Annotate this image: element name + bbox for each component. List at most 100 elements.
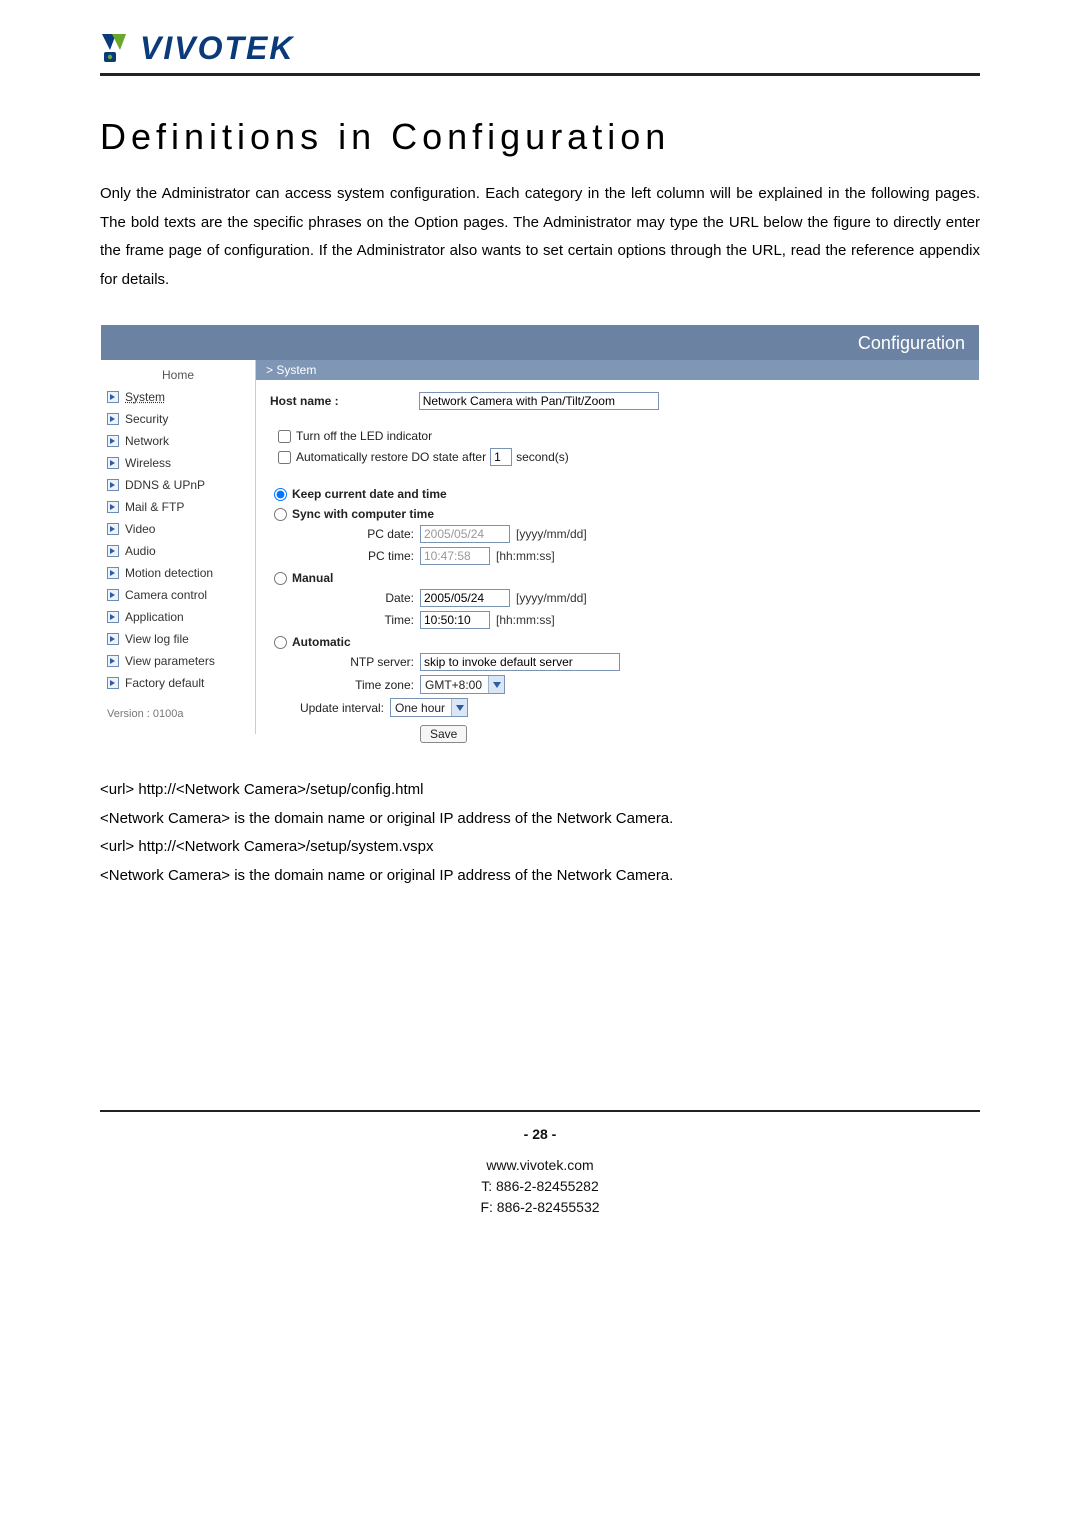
lead-paragraph: Only the Administrator can access system… bbox=[100, 180, 980, 294]
sync-computer-radio[interactable] bbox=[274, 508, 287, 521]
auto-restore-suffix: second(s) bbox=[516, 450, 569, 464]
sidebar-item-mail-ftp[interactable]: Mail & FTP bbox=[101, 496, 255, 518]
sync-computer-label: Sync with computer time bbox=[292, 507, 434, 521]
sidebar-home[interactable]: Home bbox=[101, 360, 255, 386]
timezone-select[interactable]: GMT+8:00 bbox=[420, 675, 505, 694]
page-number: - 28 - bbox=[100, 1124, 980, 1145]
auto-restore-label: Automatically restore DO state after bbox=[296, 450, 486, 464]
url-line: <Network Camera> is the domain name or o… bbox=[100, 805, 980, 834]
sidebar-item-label: Security bbox=[125, 412, 168, 426]
sidebar-item-label: Factory default bbox=[125, 676, 204, 690]
manual-radio[interactable] bbox=[274, 572, 287, 585]
manual-date-input[interactable] bbox=[420, 589, 510, 607]
sidebar-item-label: Camera control bbox=[125, 588, 207, 602]
arrow-right-icon bbox=[107, 501, 119, 513]
breadcrumb: > System bbox=[256, 360, 979, 380]
page-title: Definitions in Configuration bbox=[100, 116, 980, 158]
arrow-right-icon bbox=[107, 611, 119, 623]
pc-time-label: PC time: bbox=[270, 549, 420, 563]
logo-row: VIVOTEK bbox=[100, 30, 980, 67]
update-interval-value: One hour bbox=[391, 700, 451, 716]
arrow-right-icon bbox=[107, 523, 119, 535]
arrow-right-icon bbox=[107, 655, 119, 667]
sidebar-item-ddns-upnp[interactable]: DDNS & UPnP bbox=[101, 474, 255, 496]
sidebar-item-label: Application bbox=[125, 610, 184, 624]
vivotek-logo-icon bbox=[100, 32, 134, 66]
sidebar-item-view-log-file[interactable]: View log file bbox=[101, 628, 255, 650]
pc-time-input[interactable] bbox=[420, 547, 490, 565]
arrow-right-icon bbox=[107, 391, 119, 403]
time-format-hint: [hh:mm:ss] bbox=[496, 613, 555, 627]
footer-rule bbox=[100, 1110, 980, 1112]
sidebar-item-view-parameters[interactable]: View parameters bbox=[101, 650, 255, 672]
ntp-server-input[interactable] bbox=[420, 653, 620, 671]
arrow-right-icon bbox=[107, 457, 119, 469]
auto-restore-checkbox[interactable] bbox=[278, 451, 291, 464]
sidebar-item-factory-default[interactable]: Factory default bbox=[101, 672, 255, 694]
timezone-label: Time zone: bbox=[270, 678, 420, 692]
arrow-right-icon bbox=[107, 413, 119, 425]
led-off-label: Turn off the LED indicator bbox=[296, 429, 432, 443]
ntp-server-label: NTP server: bbox=[270, 655, 420, 669]
arrow-right-icon bbox=[107, 545, 119, 557]
manual-time-label: Time: bbox=[270, 613, 420, 627]
update-interval-label: Update interval: bbox=[270, 701, 390, 715]
config-screenshot: Configuration Home System Security Netwo… bbox=[100, 324, 980, 758]
date-format-hint: [yyyy/mm/dd] bbox=[516, 591, 587, 605]
sidebar-item-label: Video bbox=[125, 522, 155, 536]
main-pane: > System Host name : Turn off the LED in… bbox=[256, 360, 979, 757]
chevron-down-icon bbox=[451, 699, 467, 716]
date-format-hint: [yyyy/mm/dd] bbox=[516, 527, 587, 541]
sidebar-item-wireless[interactable]: Wireless bbox=[101, 452, 255, 474]
sidebar-item-video[interactable]: Video bbox=[101, 518, 255, 540]
sidebar-item-audio[interactable]: Audio bbox=[101, 540, 255, 562]
time-format-hint: [hh:mm:ss] bbox=[496, 549, 555, 563]
config-body: Home System Security Network Wireless bbox=[101, 360, 979, 757]
sidebar-item-camera-control[interactable]: Camera control bbox=[101, 584, 255, 606]
automatic-label: Automatic bbox=[292, 635, 351, 649]
chevron-down-icon bbox=[488, 676, 504, 693]
hostname-input[interactable] bbox=[419, 392, 659, 410]
sidebar-item-label: Wireless bbox=[125, 456, 171, 470]
sidebar-item-label: Mail & FTP bbox=[125, 500, 184, 514]
sidebar-item-system[interactable]: System bbox=[101, 386, 255, 408]
manual-time-input[interactable] bbox=[420, 611, 490, 629]
pc-date-label: PC date: bbox=[270, 527, 420, 541]
manual-label: Manual bbox=[292, 571, 333, 585]
hostname-label: Host name : bbox=[270, 394, 419, 408]
led-off-checkbox[interactable] bbox=[278, 430, 291, 443]
sidebar-item-label: Network bbox=[125, 434, 169, 448]
arrow-right-icon bbox=[107, 589, 119, 601]
footer-fax: F: 886-2-82455532 bbox=[100, 1197, 980, 1218]
sidebar-item-security[interactable]: Security bbox=[101, 408, 255, 430]
sidebar-item-application[interactable]: Application bbox=[101, 606, 255, 628]
update-interval-select[interactable]: One hour bbox=[390, 698, 468, 717]
system-form: Host name : Turn off the LED indicator A… bbox=[256, 380, 979, 757]
arrow-right-icon bbox=[107, 435, 119, 447]
sidebar-item-label: View log file bbox=[125, 632, 189, 646]
footer-tel: T: 886-2-82455282 bbox=[100, 1176, 980, 1197]
url-line: <Network Camera> is the domain name or o… bbox=[100, 862, 980, 891]
arrow-right-icon bbox=[107, 633, 119, 645]
arrow-right-icon bbox=[107, 567, 119, 579]
save-button[interactable]: Save bbox=[420, 725, 467, 743]
url-line: <url> http://<Network Camera>/setup/syst… bbox=[100, 833, 980, 862]
logo-text: VIVOTEK bbox=[140, 30, 294, 67]
url-block: <url> http://<Network Camera>/setup/conf… bbox=[100, 776, 980, 890]
footer-site: www.vivotek.com bbox=[100, 1155, 980, 1176]
keep-datetime-radio[interactable] bbox=[274, 488, 287, 501]
sidebar-item-motion-detection[interactable]: Motion detection bbox=[101, 562, 255, 584]
arrow-right-icon bbox=[107, 479, 119, 491]
keep-datetime-label: Keep current date and time bbox=[292, 487, 447, 501]
version-text: Version : 0100a bbox=[101, 694, 255, 726]
sidebar: Home System Security Network Wireless bbox=[101, 360, 256, 734]
header-rule bbox=[100, 73, 980, 76]
arrow-right-icon bbox=[107, 677, 119, 689]
sidebar-item-label: View parameters bbox=[125, 654, 215, 668]
sidebar-item-network[interactable]: Network bbox=[101, 430, 255, 452]
auto-restore-seconds-input[interactable] bbox=[490, 448, 512, 466]
footer: - 28 - www.vivotek.com T: 886-2-82455282… bbox=[100, 1124, 980, 1218]
automatic-radio[interactable] bbox=[274, 636, 287, 649]
pc-date-input[interactable] bbox=[420, 525, 510, 543]
config-header: Configuration bbox=[101, 325, 979, 360]
